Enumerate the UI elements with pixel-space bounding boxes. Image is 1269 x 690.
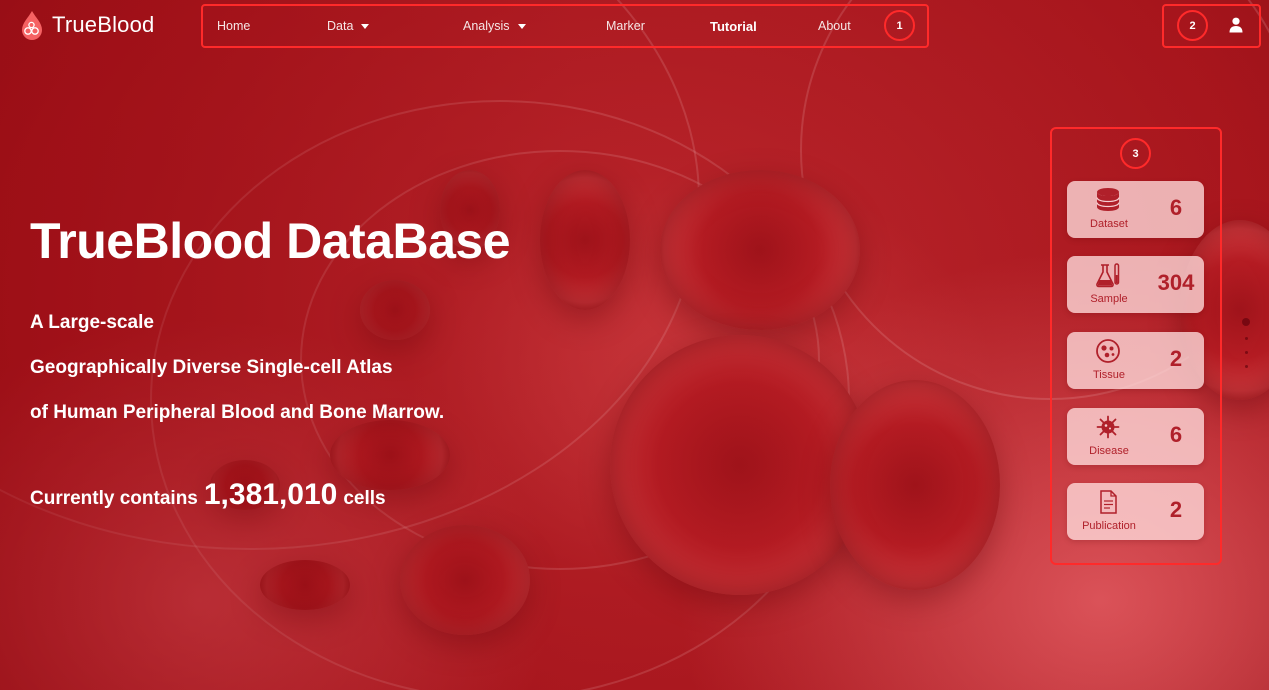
nav-item-data[interactable]: Data [327,19,370,33]
main-navigation: Home Data Analysis Marker Tutorial About… [201,4,929,48]
nav-item-analysis[interactable]: Analysis [463,19,526,33]
annotation-marker-1: 1 [884,10,915,41]
stat-card-dataset[interactable]: Dataset 6 [1067,181,1204,238]
hero-subtitle-line-3: of Human Peripheral Blood and Bone Marro… [30,402,445,423]
stat-value: 304 [1157,270,1195,295]
stat-card-sample[interactable]: Sample 304 [1067,256,1204,313]
caret-down-icon [361,23,370,29]
blood-drop-logo-icon [22,11,42,40]
pagination-dot[interactable] [1244,365,1248,368]
stat-label: Dataset [1090,218,1128,230]
nav-item-label: Marker [606,19,645,33]
stat-label: Publication [1082,520,1136,532]
hero-subtitle-line-1: A Large-scale [30,312,154,333]
hero-subtitle-line-2: Geographically Diverse Single-cell Atlas [30,357,393,378]
nav-item-about[interactable]: About [818,19,851,33]
nav-item-label: Tutorial [710,18,757,34]
cell-count-value: 1,381,010 [203,478,338,511]
stat-value: 2 [1169,346,1183,371]
brand-name: TrueBlood [52,12,155,37]
nav-item-label: Data [327,19,354,33]
stat-card-disease[interactable]: Disease 6 [1067,408,1204,465]
section-pagination [1242,318,1250,379]
tissue-icon [1096,339,1120,363]
nav-item-tutorial[interactable]: Tutorial [710,19,757,34]
page-title: TrueBlood DataBase [30,213,511,269]
stat-value: 6 [1169,195,1183,220]
database-icon [1096,188,1120,211]
stat-label: Sample [1090,293,1128,305]
nav-item-marker[interactable]: Marker [606,19,645,33]
stat-label: Tissue [1093,369,1125,381]
pagination-dot[interactable] [1242,318,1250,326]
stat-label: Disease [1089,445,1129,457]
nav-item-label: Home [217,19,251,33]
stat-card-publication[interactable]: Publication 2 [1067,483,1204,540]
cell-count: Currently contains 1,381,010 cells [30,478,386,512]
pagination-dot[interactable] [1244,351,1248,354]
user-icon[interactable] [1229,17,1243,33]
stat-value: 2 [1169,497,1183,522]
annotation-marker-3: 3 [1120,138,1151,169]
caret-down-icon [517,23,526,29]
document-icon [1100,490,1117,514]
stat-card-tissue[interactable]: Tissue 2 [1067,332,1204,389]
flask-icon [1096,263,1120,288]
stat-value: 6 [1169,422,1183,447]
pagination-dot[interactable] [1244,337,1248,340]
brand-logo[interactable]: TrueBlood [18,10,155,40]
cell-count-prefix: Currently contains [30,488,198,509]
nav-item-label: Analysis [463,19,510,33]
cell-count-suffix: cells [343,488,386,509]
nav-item-home[interactable]: Home [217,19,250,33]
nav-item-label: About [818,19,851,33]
virus-icon [1096,415,1120,439]
annotation-marker-2: 2 [1177,10,1208,41]
